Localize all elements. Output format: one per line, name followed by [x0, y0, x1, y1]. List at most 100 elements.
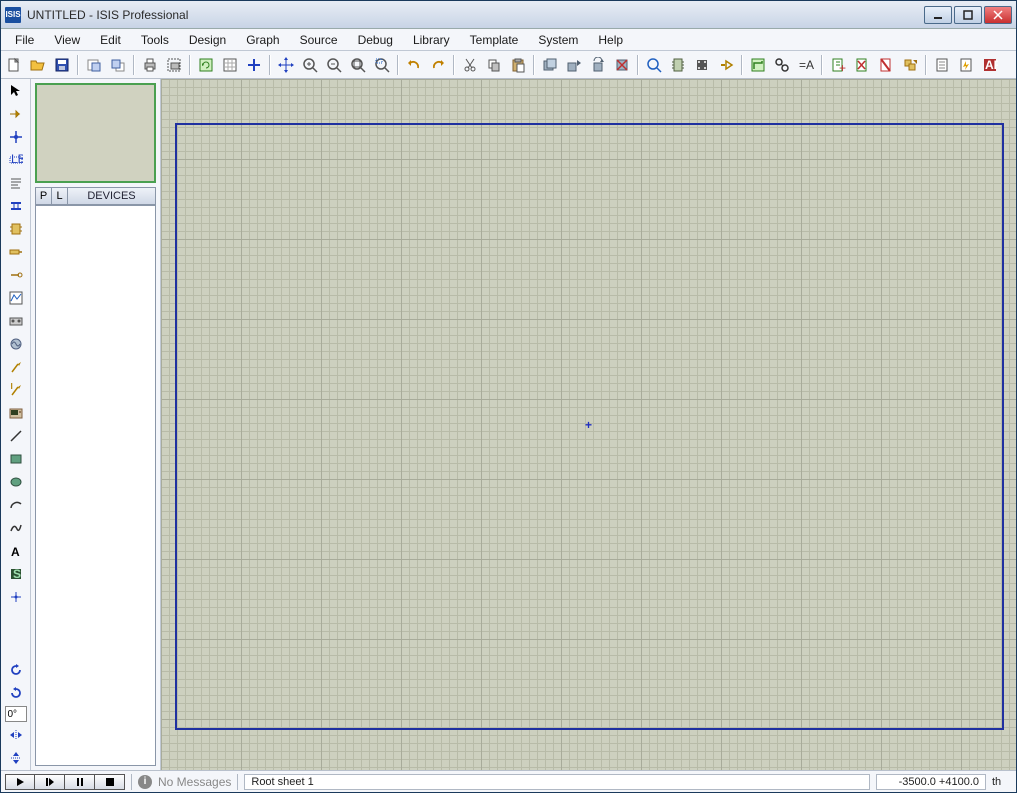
block-move-icon[interactable]: [563, 54, 585, 76]
netlist-to-ares-icon[interactable]: ARES: [979, 54, 1001, 76]
make-device-icon[interactable]: [667, 54, 689, 76]
erc-icon[interactable]: [955, 54, 977, 76]
block-rotate-icon[interactable]: [587, 54, 609, 76]
copy-icon[interactable]: [483, 54, 505, 76]
search-tag-icon[interactable]: [771, 54, 793, 76]
set-area-icon[interactable]: [163, 54, 185, 76]
exit-to-parent-icon[interactable]: [875, 54, 897, 76]
text-script-icon[interactable]: [5, 173, 27, 193]
export-section-icon[interactable]: [107, 54, 129, 76]
menu-design[interactable]: Design: [179, 31, 236, 49]
graph-mode-icon[interactable]: [5, 288, 27, 308]
print-icon[interactable]: [139, 54, 161, 76]
menu-template[interactable]: Template: [460, 31, 529, 49]
terminals-mode-icon[interactable]: [5, 242, 27, 262]
pick-icon[interactable]: [643, 54, 665, 76]
svg-text:+: +: [839, 61, 846, 73]
2d-path-icon[interactable]: [5, 518, 27, 538]
zoom-to-child-icon[interactable]: [899, 54, 921, 76]
unit-label: th: [992, 776, 1012, 788]
editing-canvas[interactable]: +: [161, 79, 1016, 770]
close-button[interactable]: [984, 6, 1012, 24]
current-probe-icon[interactable]: I: [5, 380, 27, 400]
new-sheet-icon[interactable]: +: [827, 54, 849, 76]
devices-label: DEVICES: [68, 188, 155, 204]
mirror-horizontal-icon[interactable]: [5, 725, 27, 745]
junction-dot-icon[interactable]: [5, 127, 27, 147]
wire-autoroute-icon[interactable]: [747, 54, 769, 76]
cut-icon[interactable]: [459, 54, 481, 76]
rotation-angle-input[interactable]: [5, 706, 27, 722]
overview-window[interactable]: [35, 83, 156, 183]
svg-text:A: A: [11, 545, 20, 558]
rotate-cw-icon[interactable]: [5, 660, 27, 680]
pick-parts-button[interactable]: P: [36, 188, 52, 204]
play-button[interactable]: [5, 774, 35, 790]
packaging-tool-icon[interactable]: [691, 54, 713, 76]
redo-icon[interactable]: [427, 54, 449, 76]
pan-icon[interactable]: [275, 54, 297, 76]
wire-label-icon[interactable]: LBL: [5, 150, 27, 170]
decompose-icon[interactable]: [715, 54, 737, 76]
paste-icon[interactable]: [507, 54, 529, 76]
2d-circle-icon[interactable]: [5, 472, 27, 492]
menu-help[interactable]: Help: [588, 31, 633, 49]
device-pins-icon[interactable]: [5, 265, 27, 285]
bus-mode-icon[interactable]: [5, 196, 27, 216]
menu-source[interactable]: Source: [290, 31, 348, 49]
voltage-probe-icon[interactable]: [5, 357, 27, 377]
title-bar[interactable]: ISIS UNTITLED - ISIS Professional: [1, 1, 1016, 29]
block-delete-icon[interactable]: [611, 54, 633, 76]
menu-library[interactable]: Library: [403, 31, 460, 49]
virtual-instruments-icon[interactable]: [5, 403, 27, 423]
menu-tools[interactable]: Tools: [131, 31, 179, 49]
menu-edit[interactable]: Edit: [90, 31, 131, 49]
devices-list[interactable]: [35, 205, 156, 766]
messages-label: No Messages: [158, 775, 231, 789]
symbol-mode-icon[interactable]: S: [5, 564, 27, 584]
new-file-icon[interactable]: [3, 54, 25, 76]
messages-icon[interactable]: i: [138, 775, 152, 789]
origin-icon[interactable]: [243, 54, 265, 76]
zoom-in-icon[interactable]: [299, 54, 321, 76]
stop-button[interactable]: [95, 774, 125, 790]
remove-sheet-icon[interactable]: [851, 54, 873, 76]
refresh-icon[interactable]: [195, 54, 217, 76]
tape-recorder-icon[interactable]: [5, 311, 27, 331]
maximize-button[interactable]: [954, 6, 982, 24]
menu-system[interactable]: System: [528, 31, 588, 49]
zoom-out-icon[interactable]: [323, 54, 345, 76]
save-file-icon[interactable]: [51, 54, 73, 76]
2d-text-icon[interactable]: A: [5, 541, 27, 561]
mirror-vertical-icon[interactable]: [5, 748, 27, 768]
undo-icon[interactable]: [403, 54, 425, 76]
property-assign-icon[interactable]: =A: [795, 54, 817, 76]
2d-box-icon[interactable]: [5, 449, 27, 469]
minimize-button[interactable]: [924, 6, 952, 24]
2d-arc-icon[interactable]: [5, 495, 27, 515]
coordinates-field: -3500.0 +4100.0: [876, 774, 986, 790]
zoom-area-icon[interactable]: [371, 54, 393, 76]
2d-line-icon[interactable]: [5, 426, 27, 446]
import-section-icon[interactable]: [83, 54, 105, 76]
menu-file[interactable]: File: [5, 31, 44, 49]
bom-icon[interactable]: [931, 54, 953, 76]
rotate-ccw-icon[interactable]: [5, 683, 27, 703]
devices-header: P L DEVICES: [35, 187, 156, 205]
menu-view[interactable]: View: [44, 31, 90, 49]
step-button[interactable]: [35, 774, 65, 790]
grid-toggle-icon[interactable]: [219, 54, 241, 76]
marker-mode-icon[interactable]: [5, 587, 27, 607]
generator-mode-icon[interactable]: [5, 334, 27, 354]
menu-debug[interactable]: Debug: [348, 31, 403, 49]
component-mode-icon[interactable]: [5, 104, 27, 124]
origin-marker: +: [584, 420, 594, 430]
block-copy-icon[interactable]: [539, 54, 561, 76]
menu-graph[interactable]: Graph: [236, 31, 289, 49]
selection-mode-icon[interactable]: [5, 81, 27, 101]
libraries-button[interactable]: L: [52, 188, 68, 204]
zoom-all-icon[interactable]: [347, 54, 369, 76]
pause-button[interactable]: [65, 774, 95, 790]
open-file-icon[interactable]: [27, 54, 49, 76]
subcircuit-icon[interactable]: [5, 219, 27, 239]
